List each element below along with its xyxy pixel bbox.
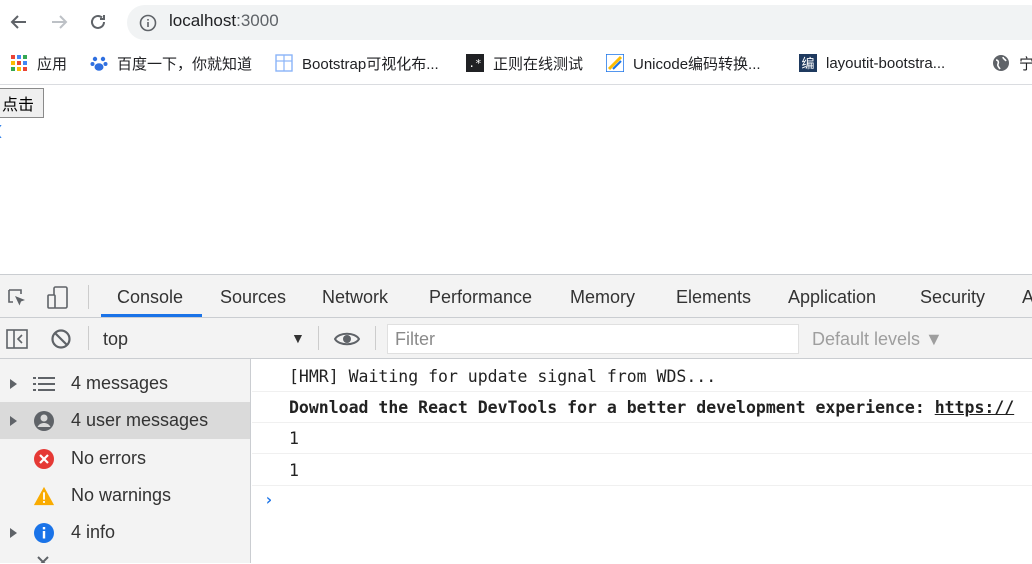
chevron-down-icon[interactable]: ▼ [291,330,305,346]
bookmark-layoutit[interactable]: 编 layoutit-bootstra... [799,52,945,74]
warning-icon [33,485,55,507]
sidebar-item-warnings[interactable]: No warnings [0,477,250,514]
globe-icon [992,54,1010,72]
error-icon [33,448,55,470]
context-selector[interactable]: top [103,329,128,350]
baidu-paw-icon [90,54,108,72]
console-prompt[interactable]: › [264,490,274,509]
tab-elements[interactable]: Elements [676,275,751,317]
toolbar-separator [375,326,376,350]
layout-grid-icon [275,54,293,72]
tab-performance[interactable]: Performance [429,275,532,317]
toolbar-separator [318,326,319,350]
bian-icon: 编 [799,54,817,72]
expand-triangle-icon[interactable] [10,527,17,538]
bookmark-globe[interactable]: 宁 [992,52,1032,74]
eye-icon[interactable] [333,328,361,350]
bookmark-bootstrap[interactable]: Bootstrap可视化布... [275,52,439,74]
toolbar-separator [88,326,89,350]
bookmark-baidu[interactable]: 百度一下，你就知道 [90,52,252,74]
console-message: [HMR] Waiting for update signal from WDS… [252,362,1032,392]
tab-sources[interactable]: Sources [220,275,286,317]
verbose-icon [36,555,50,563]
info-icon [33,522,55,544]
tab-application[interactable]: Application [788,275,876,317]
page-output-text: ( [0,122,2,138]
svg-text:编: 编 [801,57,814,72]
filter-input[interactable] [387,324,799,354]
tabbar-separator [88,285,89,309]
reload-icon[interactable] [87,11,109,33]
tab-overflow[interactable]: A [1022,275,1032,317]
click-button[interactable]: 点击 [0,88,44,118]
tab-network[interactable]: Network [322,275,388,317]
clear-console-icon[interactable] [49,327,73,351]
regex-icon: .* [466,54,484,72]
user-icon [33,410,55,432]
tab-memory[interactable]: Memory [570,275,635,317]
sidebar-item-messages[interactable]: 4 messages [0,365,250,402]
url-text[interactable]: localhost:3000 [169,11,279,31]
default-levels-dropdown[interactable]: Default levels ▼ [812,329,943,350]
expand-triangle-icon[interactable] [10,415,17,426]
tab-security[interactable]: Security [920,275,985,317]
sidebar-item-info[interactable]: 4 info [0,514,250,551]
sidebar-item-user-messages[interactable]: 4 user messages [0,402,250,439]
sidebar-item-errors[interactable]: No errors [0,440,250,477]
console-message: 1 [252,456,1032,486]
active-tab-indicator [101,314,202,317]
devtools-link[interactable]: https:// [935,398,1014,417]
forward-arrow-icon[interactable] [48,11,70,33]
back-arrow-icon[interactable] [8,11,30,33]
console-message: 1 [252,424,1032,454]
sidebar-toggle-icon[interactable] [5,327,29,351]
console-message: Download the React DevTools for a better… [252,393,1032,423]
svg-text:.*: .* [468,57,481,70]
inspect-element-icon[interactable] [5,286,29,310]
list-icon [33,373,55,395]
tab-console[interactable]: Console [117,275,183,317]
unicode-icon [606,54,624,72]
info-circle-icon[interactable] [138,13,158,33]
device-toolbar-icon[interactable] [45,285,71,311]
expand-triangle-icon[interactable] [10,378,17,389]
apps-grid-icon [10,54,28,72]
bookmark-apps[interactable]: 应用 [10,52,67,74]
bookmark-regex[interactable]: .* 正则在线测试 [466,52,583,74]
bookmark-unicode[interactable]: Unicode编码转换... [606,52,761,74]
